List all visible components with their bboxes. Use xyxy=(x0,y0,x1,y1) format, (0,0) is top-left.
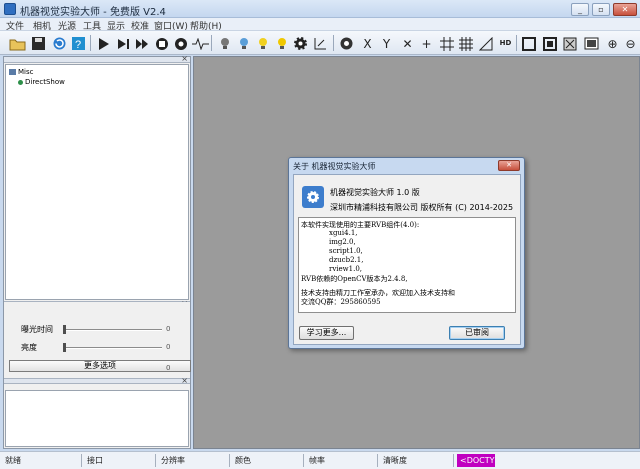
light-bulb-icon-2[interactable] xyxy=(272,34,291,53)
product-version: 机器视觉实验大师 1.0 版 xyxy=(330,188,420,197)
refresh-icon[interactable] xyxy=(50,34,69,53)
status-color: 颜色 xyxy=(232,454,304,467)
status-framerate: 帧率 xyxy=(306,454,378,467)
zoom-out-icon[interactable]: ⊖ xyxy=(621,34,640,53)
device-tree[interactable]: Misc DirectShow xyxy=(5,64,189,300)
list-close-icon[interactable]: × xyxy=(181,376,188,385)
info-line: rview1.0, xyxy=(329,265,363,273)
gear-icon[interactable] xyxy=(291,34,310,53)
toolbar: ? X Y ✕ + HD ⊕ ⊖ xyxy=(0,31,640,55)
status-ready: 就绪 xyxy=(2,454,82,467)
target-icon[interactable] xyxy=(337,34,356,53)
info-line: script1.0, xyxy=(329,247,363,255)
exposure-slider[interactable] xyxy=(64,329,162,331)
light-bulb-icon[interactable] xyxy=(253,34,272,53)
minimize-button[interactable]: _ xyxy=(571,3,589,16)
crosshair-icon[interactable]: + xyxy=(417,34,436,53)
square-border-icon[interactable] xyxy=(540,34,559,53)
brightness-slider-thumb[interactable] xyxy=(63,343,66,352)
brightness-slider[interactable] xyxy=(64,347,162,349)
svg-text:?: ? xyxy=(75,39,81,51)
dialog-close-button[interactable]: ✕ xyxy=(498,160,520,171)
tree-node-directshow[interactable]: DirectShow xyxy=(18,78,65,86)
menu-bar: 文件 相机 光源 工具 显示 校准 窗口(W) 帮助(H) xyxy=(0,18,640,32)
bulb-color-icon[interactable] xyxy=(234,34,253,53)
camera-controls: 曝光时间 0 亮度 0 xyxy=(4,302,190,386)
about-dialog: 关于 机器视觉实验大师 ✕ 机器视觉实验大师 1.0 版 深圳市精浦科技有限公司… xyxy=(288,157,525,349)
fullscreen-icon[interactable] xyxy=(560,34,579,53)
about-info-text: 本软件实现使用的主要RVB组件(4.0): xgui4.1, img2.0, s… xyxy=(298,217,516,313)
info-line: RVB依赖的OpenCV版本为2.4.8, xyxy=(301,275,408,283)
zoom-in-icon[interactable]: ⊕ xyxy=(603,34,622,53)
grid-icon[interactable] xyxy=(437,34,456,53)
record-icon[interactable] xyxy=(171,34,190,53)
square-icon[interactable] xyxy=(519,34,538,53)
status-interface: 接口 xyxy=(84,454,156,467)
log-list[interactable] xyxy=(5,390,189,447)
tree-label-directshow: DirectShow xyxy=(25,78,65,86)
save-icon[interactable] xyxy=(29,34,48,53)
app-icon xyxy=(4,3,16,15)
status-doctype: <DOCTY xyxy=(457,454,495,467)
tree-label-misc: Misc xyxy=(18,68,34,76)
exposure-value: 0 xyxy=(166,325,171,333)
more-options-value: 0 xyxy=(166,364,171,372)
exposure-label: 曝光时间 xyxy=(21,325,53,334)
x-axis-icon[interactable]: X xyxy=(358,34,377,53)
help-icon[interactable]: ? xyxy=(69,34,88,53)
image-icon[interactable] xyxy=(582,34,601,53)
status-bar: 就绪 接口 分辨率 颜色 帧率 清晰度 <DOCTY xyxy=(0,451,640,469)
skip-play-icon[interactable] xyxy=(132,34,151,53)
learn-more-button[interactable]: 学习更多... xyxy=(299,326,354,340)
open-folder-icon[interactable] xyxy=(8,34,27,53)
dialog-body: 机器视觉实验大师 1.0 版 深圳市精浦科技有限公司 版权所有 (C) 2014… xyxy=(293,174,521,345)
info-line: 本软件实现使用的主要RVB组件(4.0): xyxy=(301,221,420,229)
grid-dense-icon[interactable] xyxy=(456,34,475,53)
info-line: dzucb2.1, xyxy=(329,256,364,264)
step-play-icon[interactable] xyxy=(113,34,132,53)
left-panel: × Misc DirectShow × 曝光时间 0 亮度 0 更多选项 0 × xyxy=(3,54,191,449)
status-resolution: 分辨率 xyxy=(158,454,230,467)
bulb-icon[interactable] xyxy=(215,34,234,53)
y-axis-icon[interactable]: Y xyxy=(377,34,396,53)
copyright-text: 深圳市精浦科技有限公司 版权所有 (C) 2014-2025 xyxy=(330,203,514,212)
triangle-icon[interactable] xyxy=(476,34,495,53)
dialog-title: 关于 机器视觉实验大师 xyxy=(293,162,376,171)
folder-icon xyxy=(9,69,16,75)
panel-header: × xyxy=(4,54,190,63)
info-line: 交流QQ群：295860595 xyxy=(301,298,381,306)
tree-node-misc[interactable]: Misc xyxy=(9,68,33,76)
more-options-button[interactable]: 更多选项 xyxy=(9,360,191,372)
info-line: img2.0, xyxy=(329,238,356,246)
exposure-slider-thumb[interactable] xyxy=(63,325,66,334)
hd-icon[interactable]: HD xyxy=(496,34,515,53)
ok-button[interactable]: 已审阅 xyxy=(449,326,505,340)
close-button[interactable]: ✕ xyxy=(613,3,637,16)
play-icon[interactable] xyxy=(94,34,113,53)
status-sharpness: 清晰度 xyxy=(380,454,454,467)
stop-icon[interactable] xyxy=(152,34,171,53)
window-title: 机器视觉实验大师 - 免费版 V2.4 xyxy=(20,7,166,18)
measure-icon[interactable] xyxy=(311,34,330,53)
title-bar: 机器视觉实验大师 - 免费版 V2.4 _ ▫ ✕ xyxy=(0,0,640,18)
panel-close-icon[interactable]: × xyxy=(181,54,188,63)
cross-dots-icon[interactable]: ✕ xyxy=(398,34,417,53)
brightness-value: 0 xyxy=(166,343,171,351)
info-line: xgui4.1, xyxy=(329,229,358,237)
list-header: × xyxy=(4,376,190,385)
waveform-icon[interactable] xyxy=(191,34,210,53)
maximize-button[interactable]: ▫ xyxy=(592,3,610,16)
camera-icon xyxy=(18,79,23,85)
brightness-label: 亮度 xyxy=(21,343,37,352)
app-gear-icon xyxy=(302,186,324,208)
